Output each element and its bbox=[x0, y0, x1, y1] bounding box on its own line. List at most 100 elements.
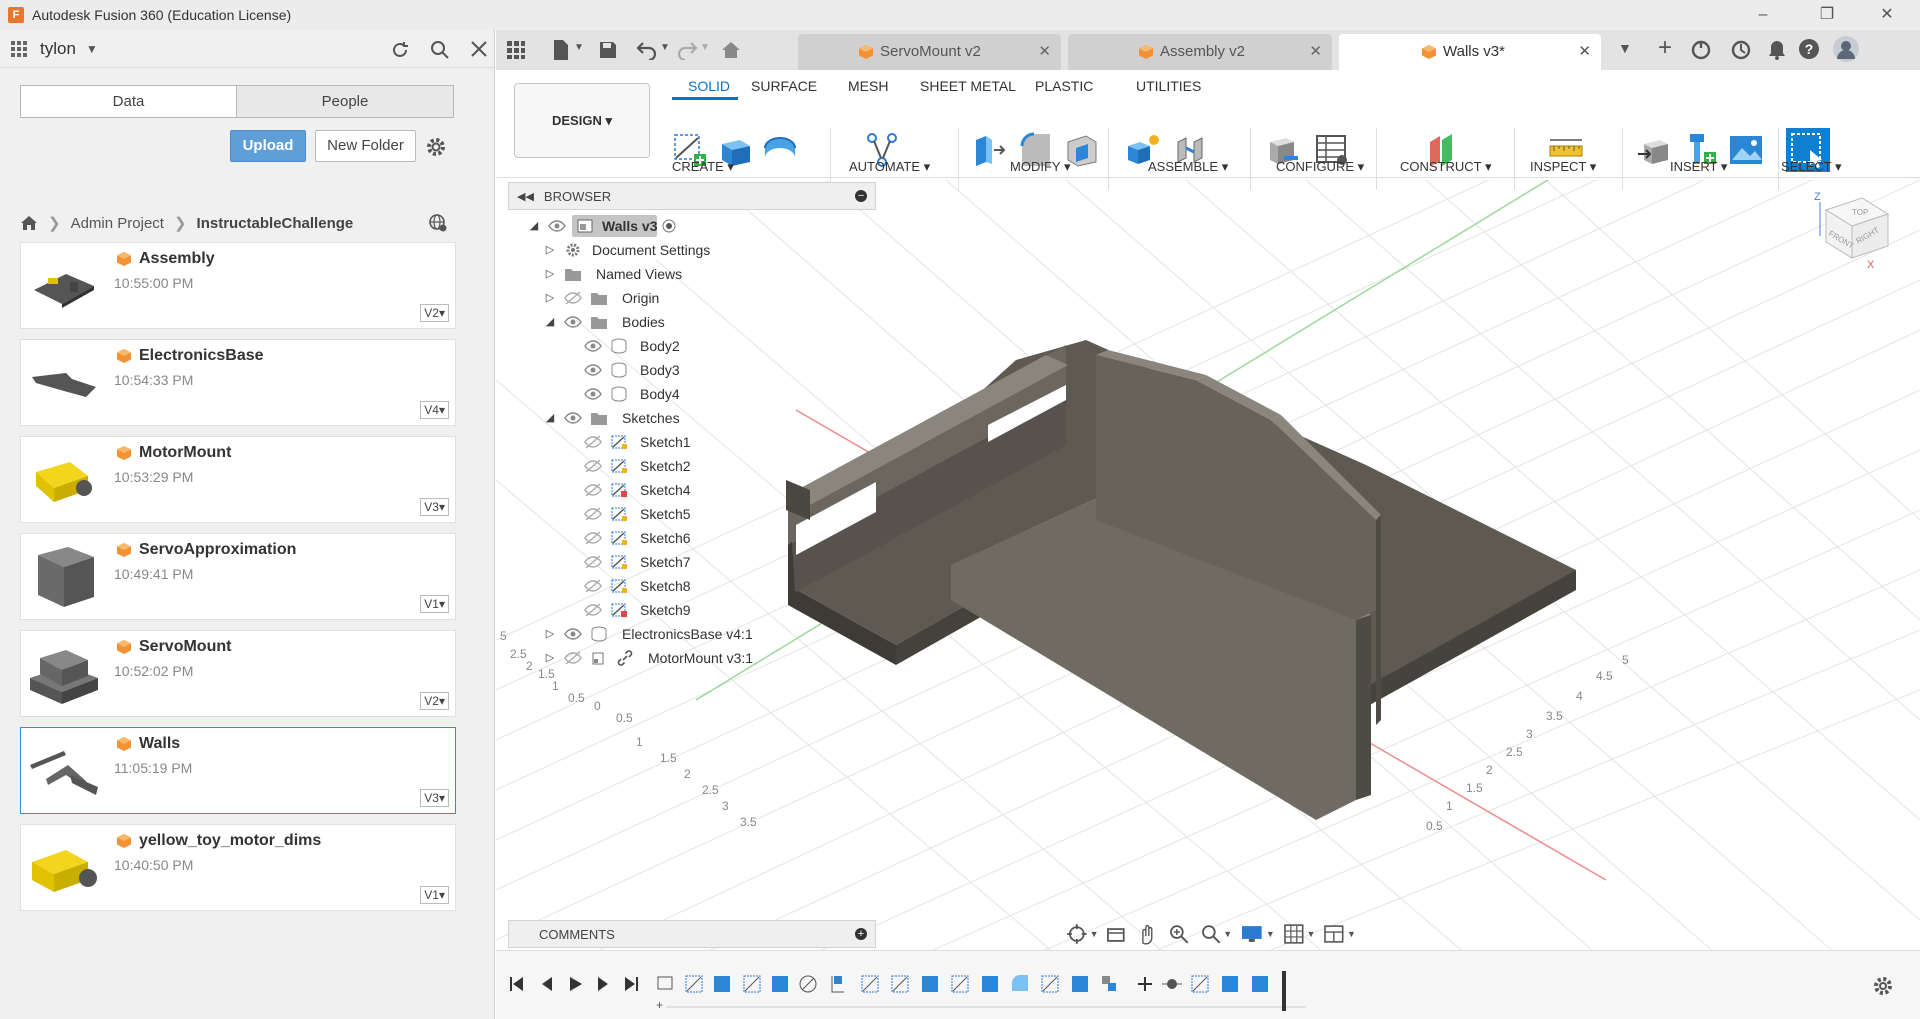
tree-item-document-settings[interactable]: ▷ Document Settings bbox=[508, 238, 808, 262]
tree-item-sketch5[interactable]: Sketch5 bbox=[508, 502, 808, 526]
tree-root[interactable]: ◢ Walls v3 bbox=[508, 214, 708, 238]
version-dropdown[interactable]: V3▾ bbox=[420, 789, 449, 807]
file-name[interactable]: Assembly bbox=[139, 250, 215, 268]
save-icon[interactable] bbox=[598, 40, 618, 60]
tab-label[interactable]: ServoMount v2 bbox=[880, 34, 981, 70]
grid-settings-icon[interactable] bbox=[1283, 923, 1305, 945]
eye-hidden-icon[interactable] bbox=[584, 507, 602, 521]
file-card-servoapproximation[interactable]: ServoApproximation 10:49:41 PM V1▾ bbox=[20, 533, 456, 620]
chevron-down-icon[interactable]: ▼ bbox=[660, 42, 670, 53]
chevron-down-icon[interactable]: ▼ bbox=[574, 42, 584, 53]
tree-label[interactable]: Sketch1 bbox=[640, 434, 691, 450]
walls-model[interactable] bbox=[786, 340, 1576, 820]
file-name[interactable]: ElectronicsBase bbox=[139, 347, 264, 365]
version-dropdown[interactable]: V2▾ bbox=[420, 304, 449, 322]
file-card-motormount[interactable]: MotorMount 10:53:29 PM V3▾ bbox=[20, 436, 456, 523]
tab-people[interactable]: People bbox=[236, 85, 454, 118]
minimize-browser-icon[interactable]: – bbox=[855, 190, 867, 202]
file-card-electronicsbase[interactable]: ElectronicsBase 10:54:33 PM V4▾ bbox=[20, 339, 456, 426]
close-tab-icon[interactable]: ✕ bbox=[1038, 34, 1051, 70]
eye-hidden-icon[interactable] bbox=[584, 531, 602, 545]
grid-apps-icon[interactable] bbox=[10, 40, 28, 58]
tree-label[interactable]: Sketch5 bbox=[640, 506, 691, 522]
version-dropdown[interactable]: V1▾ bbox=[420, 886, 449, 904]
fit-icon[interactable] bbox=[1200, 923, 1222, 945]
tree-label[interactable]: Origin bbox=[622, 290, 659, 306]
add-comment-icon[interactable]: + bbox=[855, 928, 867, 940]
group-inspect[interactable]: INSPECT ▾ bbox=[1530, 159, 1596, 175]
close-tab-icon[interactable]: ✕ bbox=[1309, 34, 1322, 70]
tree-label[interactable]: Sketch6 bbox=[640, 530, 691, 546]
tree-label[interactable]: Sketch8 bbox=[640, 578, 691, 594]
expand-icon[interactable]: ▷ bbox=[544, 268, 556, 280]
notifications-icon[interactable] bbox=[1766, 39, 1788, 61]
tab-servomount[interactable]: ServoMount v2 ✕ bbox=[798, 34, 1061, 70]
tree-label[interactable]: ElectronicsBase v4:1 bbox=[622, 626, 753, 642]
tree-item-body4[interactable]: Body4 bbox=[508, 382, 808, 406]
file-name[interactable]: ServoMount bbox=[139, 638, 231, 656]
eye-icon[interactable] bbox=[564, 315, 582, 329]
chevron-down-icon[interactable]: ▼ bbox=[1266, 929, 1275, 939]
chevron-down-icon[interactable]: ▼ bbox=[1347, 929, 1356, 939]
home-tab-icon[interactable] bbox=[720, 40, 742, 60]
group-assemble[interactable]: ASSEMBLE ▾ bbox=[1148, 159, 1228, 175]
file-name[interactable]: ServoApproximation bbox=[139, 541, 296, 559]
eye-icon[interactable] bbox=[564, 627, 582, 641]
tree-item-sketch1[interactable]: Sketch1 bbox=[508, 430, 808, 454]
tree-item-origin[interactable]: ▷ Origin bbox=[508, 286, 808, 310]
eye-hidden-icon[interactable] bbox=[564, 291, 582, 305]
tab-utilities[interactable]: UTILITIES bbox=[1136, 78, 1201, 94]
tree-label[interactable]: Body4 bbox=[640, 386, 680, 402]
eye-hidden-icon[interactable] bbox=[584, 459, 602, 473]
tree-label[interactable]: Body3 bbox=[640, 362, 680, 378]
collapse-icon[interactable]: ◢ bbox=[544, 412, 556, 424]
tree-label[interactable]: Sketch7 bbox=[640, 554, 691, 570]
version-dropdown[interactable]: V4▾ bbox=[420, 401, 449, 419]
tree-item-bodies[interactable]: ◢ Bodies bbox=[508, 310, 808, 334]
tree-item-sketch6[interactable]: Sketch6 bbox=[508, 526, 808, 550]
avatar[interactable] bbox=[1832, 35, 1860, 63]
pan-icon[interactable] bbox=[1136, 923, 1158, 945]
file-name[interactable]: Walls bbox=[139, 735, 180, 753]
tab-plastic[interactable]: PLASTIC bbox=[1035, 78, 1093, 94]
tab-surface[interactable]: SURFACE bbox=[751, 78, 817, 94]
file-card-yellow-toy-motor-dims[interactable]: yellow_toy_motor_dims 10:40:50 PM V1▾ bbox=[20, 824, 456, 911]
user-name[interactable]: tylon bbox=[40, 39, 76, 59]
orbit-icon[interactable] bbox=[1066, 923, 1088, 945]
sync-icon[interactable] bbox=[1690, 39, 1712, 61]
close-window-button[interactable]: ✕ bbox=[1864, 0, 1910, 30]
press-pull-icon[interactable] bbox=[972, 132, 1008, 168]
chevron-down-icon[interactable]: ▼ bbox=[1223, 929, 1232, 939]
display-settings-icon[interactable] bbox=[1240, 923, 1264, 945]
collapse-icon[interactable]: ◢ bbox=[544, 316, 556, 328]
redo-icon[interactable] bbox=[676, 40, 698, 60]
eye-hidden-icon[interactable] bbox=[584, 435, 602, 449]
tree-label[interactable]: Bodies bbox=[622, 314, 665, 330]
search-icon[interactable] bbox=[430, 40, 450, 60]
version-dropdown[interactable]: V2▾ bbox=[420, 692, 449, 710]
tab-mesh[interactable]: MESH bbox=[848, 78, 888, 94]
job-status-icon[interactable] bbox=[1730, 39, 1752, 61]
tree-label[interactable]: Document Settings bbox=[592, 242, 710, 258]
chevron-down-icon[interactable]: ▼ bbox=[1090, 929, 1099, 939]
eye-hidden-icon[interactable] bbox=[564, 651, 582, 665]
tree-item-motormount[interactable]: ▷ MotorMount v3:1 bbox=[508, 646, 808, 670]
tab-solid[interactable]: SOLID bbox=[688, 78, 730, 94]
viewcube[interactable]: TOP FRONT RIGHT Z X bbox=[1814, 191, 1890, 271]
expand-icon[interactable]: ▷ bbox=[544, 244, 556, 256]
tree-label[interactable]: Sketches bbox=[622, 410, 680, 426]
step-back-icon[interactable] bbox=[538, 975, 556, 993]
tree-item-electronicsbase[interactable]: ▷ ElectronicsBase v4:1 bbox=[508, 622, 808, 646]
eye-icon[interactable] bbox=[564, 411, 582, 425]
home-icon[interactable] bbox=[20, 215, 38, 231]
eye-hidden-icon[interactable] bbox=[584, 483, 602, 497]
breadcrumb-folder[interactable]: InstructableChallenge bbox=[197, 215, 354, 232]
viewports-icon[interactable] bbox=[1323, 923, 1345, 945]
tab-label[interactable]: Walls v3* bbox=[1443, 34, 1505, 70]
maximize-button[interactable]: ❐ bbox=[1804, 0, 1850, 30]
tab-walls[interactable]: Walls v3* ✕ bbox=[1339, 34, 1601, 70]
version-dropdown[interactable]: V3▾ bbox=[420, 498, 449, 516]
tree-label[interactable]: Sketch2 bbox=[640, 458, 691, 474]
group-select[interactable]: SELECT ▾ bbox=[1781, 159, 1841, 175]
revolve-icon[interactable] bbox=[762, 132, 798, 168]
